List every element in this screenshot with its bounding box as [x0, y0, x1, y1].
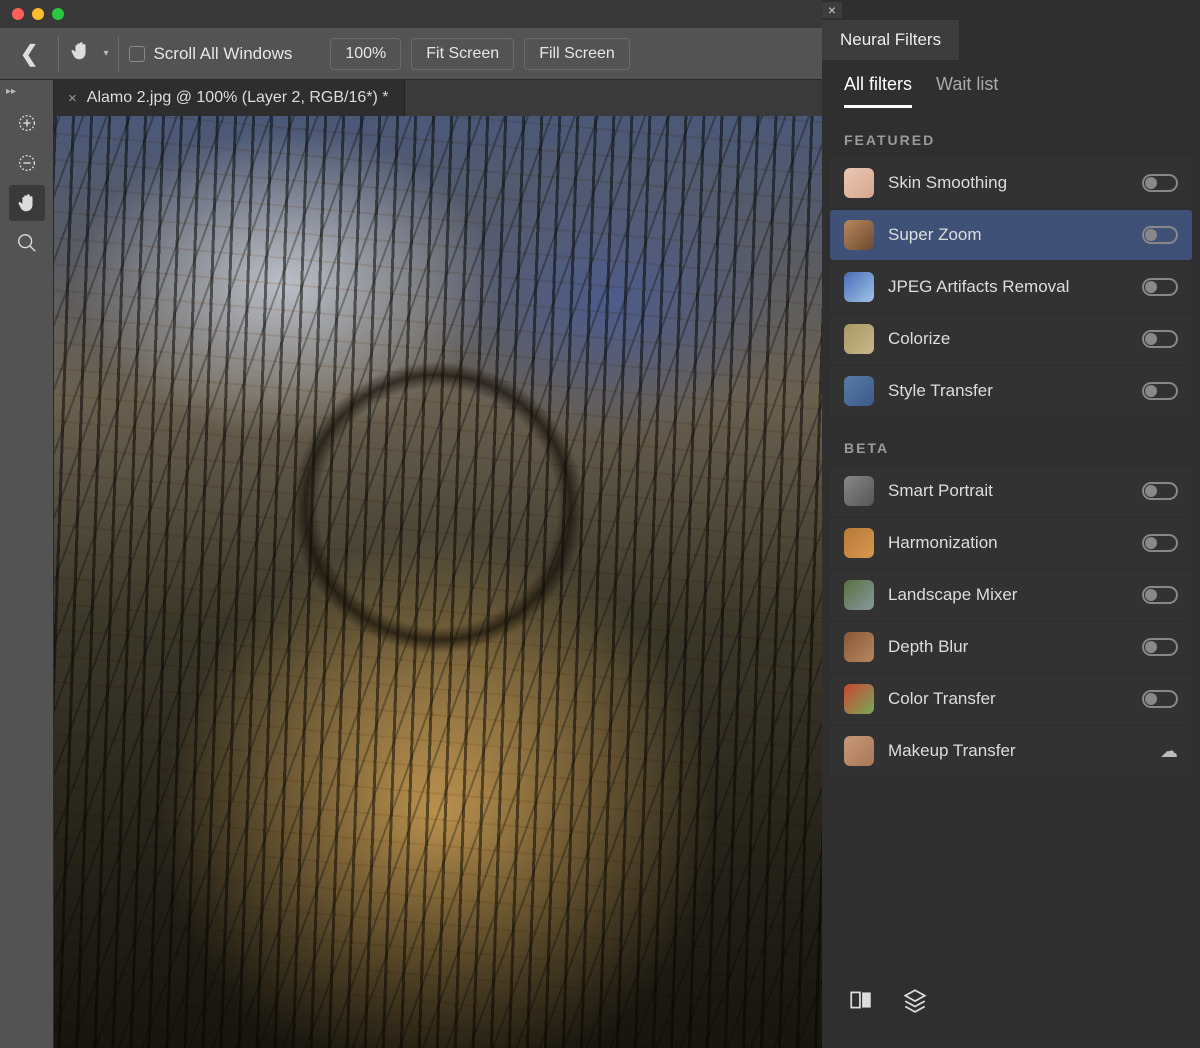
left-tool-strip: ▸▸: [0, 80, 54, 1048]
filter-thumbnail: [844, 168, 874, 198]
back-button[interactable]: ❮: [10, 37, 48, 71]
fit-screen-button[interactable]: Fit Screen: [411, 38, 514, 70]
divider: [58, 36, 59, 72]
filter-style-transfer[interactable]: Style Transfer: [830, 366, 1192, 416]
filter-toggle[interactable]: [1142, 690, 1178, 708]
window-titlebar: [0, 0, 822, 28]
fill-screen-button[interactable]: Fill Screen: [524, 38, 630, 70]
filter-label: Super Zoom: [888, 225, 1128, 245]
options-bar: ❮ ▾ Scroll All Windows 100% Fit Screen F…: [0, 28, 822, 80]
filter-landscape-mixer[interactable]: Landscape Mixer: [830, 570, 1192, 620]
filter-thumbnail: [844, 580, 874, 610]
cloud-download-icon[interactable]: ☁︎: [1160, 741, 1178, 762]
document-tab[interactable]: × Alamo 2.jpg @ 100% (Layer 2, RGB/16*) …: [54, 80, 405, 116]
zoom-tool[interactable]: [9, 225, 45, 261]
scroll-all-windows-label: Scroll All Windows: [153, 44, 292, 64]
filter-toggle[interactable]: [1142, 586, 1178, 604]
panel-title: Neural Filters: [822, 20, 959, 60]
filter-label: Style Transfer: [888, 381, 1128, 401]
compare-icon[interactable]: [848, 987, 874, 1018]
filter-thumbnail: [844, 684, 874, 714]
filter-super-zoom[interactable]: Super Zoom: [830, 210, 1192, 260]
filter-label: Harmonization: [888, 533, 1128, 553]
filter-thumbnail: [844, 528, 874, 558]
tab-all-filters[interactable]: All filters: [844, 74, 912, 108]
zoom-level-button[interactable]: 100%: [330, 38, 401, 70]
filter-label: Landscape Mixer: [888, 585, 1128, 605]
filter-thumbnail: [844, 324, 874, 354]
checkbox-icon: [129, 46, 145, 62]
filter-thumbnail: [844, 632, 874, 662]
divider: [118, 36, 119, 72]
filter-toggle[interactable]: [1142, 638, 1178, 656]
filter-label: Color Transfer: [888, 689, 1128, 709]
filter-thumbnail: [844, 376, 874, 406]
filter-label: JPEG Artifacts Removal: [888, 277, 1128, 297]
expand-tools-icon[interactable]: ▸▸: [0, 86, 16, 97]
canvas-area[interactable]: [54, 116, 822, 1048]
zoom-in-tool[interactable]: [9, 105, 45, 141]
document-tab-title: Alamo 2.jpg @ 100% (Layer 2, RGB/16*) *: [87, 89, 389, 107]
canvas-image: [54, 116, 822, 1048]
filter-label: Makeup Transfer: [888, 741, 1146, 761]
filter-thumbnail: [844, 476, 874, 506]
layers-icon[interactable]: [902, 987, 928, 1018]
window-maximize-button[interactable]: [52, 8, 64, 20]
window-close-button[interactable]: [12, 8, 24, 20]
filter-skin-smoothing[interactable]: Skin Smoothing: [830, 158, 1192, 208]
filter-label: Smart Portrait: [888, 481, 1128, 501]
filter-thumbnail: [844, 272, 874, 302]
window-minimize-button[interactable]: [32, 8, 44, 20]
zoom-out-tool[interactable]: [9, 145, 45, 181]
filter-color-transfer[interactable]: Color Transfer: [830, 674, 1192, 724]
filter-thumbnail: [844, 220, 874, 250]
scroll-all-windows-checkbox[interactable]: Scroll All Windows: [129, 44, 292, 64]
filter-label: Depth Blur: [888, 637, 1128, 657]
hand-tool[interactable]: [9, 185, 45, 221]
filter-label: Colorize: [888, 329, 1128, 349]
featured-section-title: FEATURED: [822, 108, 1200, 158]
neural-filters-panel: × Neural Filters All filters Wait list F…: [822, 0, 1200, 1048]
filter-toggle[interactable]: [1142, 330, 1178, 348]
filter-toggle[interactable]: [1142, 382, 1178, 400]
filter-colorize[interactable]: Colorize: [830, 314, 1192, 364]
filter-harmonization[interactable]: Harmonization: [830, 518, 1192, 568]
document-tabs: × Alamo 2.jpg @ 100% (Layer 2, RGB/16*) …: [54, 80, 822, 116]
filter-smart-portrait[interactable]: Smart Portrait: [830, 466, 1192, 516]
filter-thumbnail: [844, 736, 874, 766]
tool-dropdown-icon[interactable]: ▾: [103, 48, 108, 59]
filter-label: Skin Smoothing: [888, 173, 1128, 193]
tab-wait-list[interactable]: Wait list: [936, 74, 998, 108]
filter-toggle[interactable]: [1142, 278, 1178, 296]
panel-close-icon[interactable]: ×: [822, 2, 842, 18]
filter-depth-blur[interactable]: Depth Blur: [830, 622, 1192, 672]
filter-jpeg-artifacts-removal[interactable]: JPEG Artifacts Removal: [830, 262, 1192, 312]
filter-toggle[interactable]: [1142, 226, 1178, 244]
beta-section-title: BETA: [822, 416, 1200, 466]
filter-makeup-transfer[interactable]: Makeup Transfer ☁︎: [830, 726, 1192, 776]
close-tab-icon[interactable]: ×: [68, 90, 77, 107]
filter-toggle[interactable]: [1142, 534, 1178, 552]
filter-toggle[interactable]: [1142, 482, 1178, 500]
hand-tool-icon[interactable]: [69, 40, 91, 67]
filter-toggle[interactable]: [1142, 174, 1178, 192]
